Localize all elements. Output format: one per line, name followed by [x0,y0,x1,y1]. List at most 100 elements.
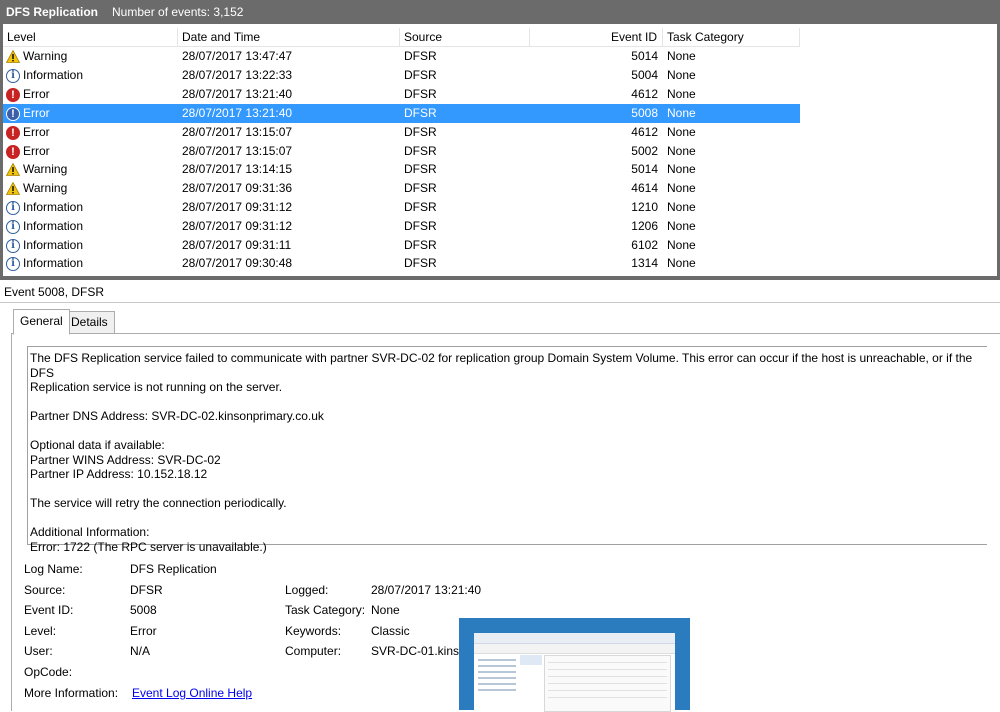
row-event-id: 5014 [631,162,658,176]
info-icon: i [6,200,20,215]
more-information-label: More Information: [24,686,119,700]
keywords-value: Classic [371,624,410,638]
thumbnail-titlebar [474,633,675,644]
row-event-id: 5004 [631,68,658,82]
event-row[interactable]: Warning 28/07/2017 13:47:47 DFSR 5014 None [3,47,800,66]
row-task-category: None [667,162,696,176]
row-level-text: Warning [23,162,68,176]
column-header-date[interactable]: Date and Time [178,28,400,46]
row-level: i Information [3,217,178,236]
row-date: 28/07/2017 13:14:15 [182,162,293,176]
computer-label: Computer: [285,644,342,658]
row-date: 28/07/2017 09:31:36 [182,181,293,195]
task-category-label: Task Category: [285,603,366,617]
row-level: i Information [3,198,178,217]
row-task-category: None [667,181,696,195]
log-name-label: Log Name: [24,562,83,576]
row-level: ! Error [3,104,178,123]
description-line: Partner DNS Address: SVR-DC-02.kinsonpri… [30,409,324,423]
event-row[interactable]: ! Error 28/07/2017 13:15:07 DFSR 5002 None [3,142,800,161]
row-level-text: Error [23,106,50,120]
event-description[interactable]: The DFS Replication service failed to co… [27,346,987,554]
row-task-category: None [667,49,696,63]
row-level: Warning [3,179,178,198]
level-value: Error [130,624,157,638]
row-level: ! Error [3,123,178,142]
row-event-id: 4614 [631,181,658,195]
row-source: DFSR [404,238,437,252]
tab-general[interactable]: General [13,309,70,335]
row-date: 28/07/2017 13:22:33 [182,68,293,82]
logged-label: Logged: [285,583,329,597]
row-level-text: Warning [23,49,68,63]
error-icon: ! [6,125,20,140]
log-header-bar: DFS Replication Number of events: 3,152 [0,0,1000,25]
divider [0,302,1000,303]
event-row[interactable]: i Information 28/07/2017 13:22:33 DFSR 5004 N… [3,66,800,85]
column-header-task-category[interactable]: Task Category [663,28,800,46]
row-task-category: None [667,144,696,158]
row-date: 28/07/2017 13:15:07 [182,144,293,158]
row-event-id: 5008 [631,106,658,120]
task-category-value: None [371,603,400,617]
column-header-event-id[interactable]: Event ID [530,28,663,46]
description-line: The DFS Replication service failed to co… [30,351,973,380]
window-thumbnail-preview[interactable] [459,618,690,712]
row-event-id: 6102 [631,238,658,252]
event-row[interactable]: Warning 28/07/2017 13:14:15 DFSR 5014 None [3,160,800,179]
error-icon: ! [6,144,20,159]
event-row[interactable]: ! Error 28/07/2017 13:21:40 DFSR 4612 None [3,85,800,104]
event-row[interactable]: Warning 28/07/2017 09:31:36 DFSR 4614 None [3,179,800,198]
event-list[interactable]: Level Date and Time Source Event ID Task… [0,24,1000,276]
event-row[interactable]: i Information 28/07/2017 09:31:12 DFSR 1206 N… [3,217,800,236]
row-level-text: Error [23,125,50,139]
row-level: i Information [3,254,178,273]
opcode-label: OpCode: [24,665,73,679]
description-line: Optional data if available: [30,438,165,452]
row-event-id: 4612 [631,87,658,101]
info-icon: i [6,256,20,271]
row-date: 28/07/2017 13:21:40 [182,87,293,101]
user-value: N/A [130,644,151,658]
row-date: 28/07/2017 13:47:47 [182,49,293,63]
row-task-category: None [667,87,696,101]
row-event-id: 4612 [631,125,658,139]
row-level: i Information [3,66,178,85]
info-icon: i [6,68,20,83]
description-line: The service will retry the connection pe… [30,496,287,510]
event-row[interactable]: ! Error 28/07/2017 13:21:40 DFSR 5008 None [3,104,800,123]
column-header-source[interactable]: Source [400,28,530,46]
row-date: 28/07/2017 09:31:12 [182,219,293,233]
event-row[interactable]: i Information 28/07/2017 09:30:48 DFSR 1314 N… [3,254,800,273]
error-icon: ! [6,106,20,121]
row-source: DFSR [404,87,437,101]
row-source: DFSR [404,162,437,176]
event-row[interactable]: i Information 28/07/2017 09:31:12 DFSR 1210 N… [3,198,800,217]
thumbnail-screen [474,633,675,712]
column-header-level[interactable]: Level [3,28,178,46]
event-log-online-help-link[interactable]: Event Log Online Help [132,686,252,700]
row-source: DFSR [404,49,437,63]
log-name-value: DFS Replication [130,562,217,576]
event-row[interactable]: ! Error 28/07/2017 13:15:07 DFSR 4612 None [3,123,800,142]
row-level-text: Information [23,256,84,270]
error-icon: ! [6,87,20,102]
event-row[interactable]: i Information 28/07/2017 09:31:11 DFSR 6102 N… [3,236,800,255]
row-source: DFSR [404,181,437,195]
tab-details[interactable]: Details [64,311,115,334]
row-source: DFSR [404,106,437,120]
row-source: DFSR [404,256,437,270]
row-event-id: 1210 [631,200,658,214]
row-source: DFSR [404,200,437,214]
warning-icon [6,50,20,64]
info-icon: i [6,238,20,253]
event-list-header: Level Date and Time Source Event ID Task… [3,28,800,47]
logged-value: 28/07/2017 13:21:40 [371,583,482,597]
row-level-text: Error [23,87,50,101]
row-level-text: Information [23,200,84,214]
row-level: ! Error [3,142,178,161]
row-date: 28/07/2017 13:15:07 [182,125,293,139]
thumbnail-panel [520,655,542,665]
row-level-text: Information [23,238,84,252]
event-id-value: 5008 [130,603,157,617]
